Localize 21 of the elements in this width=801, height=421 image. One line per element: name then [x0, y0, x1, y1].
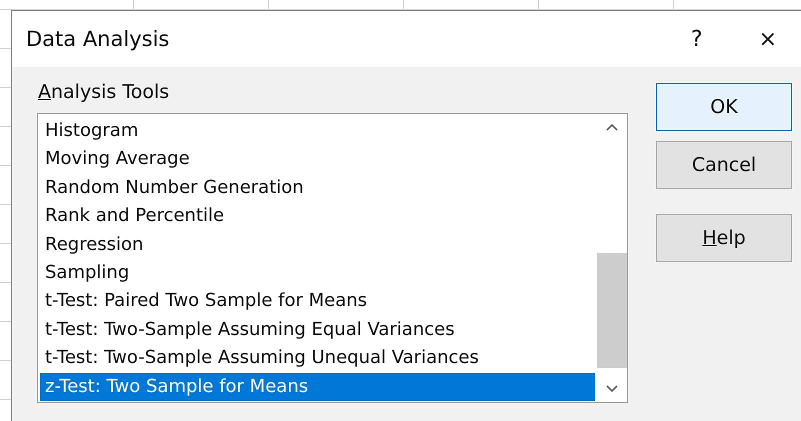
close-button[interactable]: × — [758, 26, 777, 52]
list-item[interactable]: Regression — [40, 230, 595, 259]
list-item[interactable]: Sampling — [40, 258, 595, 288]
tools-list[interactable] — [37, 113, 628, 403]
dialog-button[interactable]: Help — [656, 214, 792, 262]
list-item[interactable]: z-Test: Two Sample for Means — [40, 372, 595, 401]
help-button[interactable]: ? — [690, 26, 703, 52]
list-item[interactable]: Moving Average — [40, 145, 595, 174]
list-item[interactable]: Random Number Generation — [40, 174, 595, 202]
dialog-button[interactable]: Cancel — [656, 141, 792, 189]
list-item[interactable]: Histogram — [40, 117, 595, 146]
list-item[interactable]: t-Test: Two-Sample Assuming Equal Variances — [40, 316, 595, 344]
list-item[interactable]: t-Test: Two-Sample Assuming Unequal Variances — [40, 344, 595, 373]
list-label: Analysis Tools — [38, 81, 170, 103]
list-item[interactable]: t-Test: Paired Two Sample for Means — [40, 287, 595, 316]
scroll-down-icon[interactable] — [606, 385, 618, 393]
scrollbar-thumb[interactable] — [597, 253, 627, 368]
window-title: Data Analysis — [26, 27, 170, 51]
scroll-up-icon[interactable] — [606, 123, 618, 131]
list-item[interactable]: Rank and Percentile — [40, 202, 595, 231]
dialog-button[interactable]: OK — [656, 83, 792, 131]
